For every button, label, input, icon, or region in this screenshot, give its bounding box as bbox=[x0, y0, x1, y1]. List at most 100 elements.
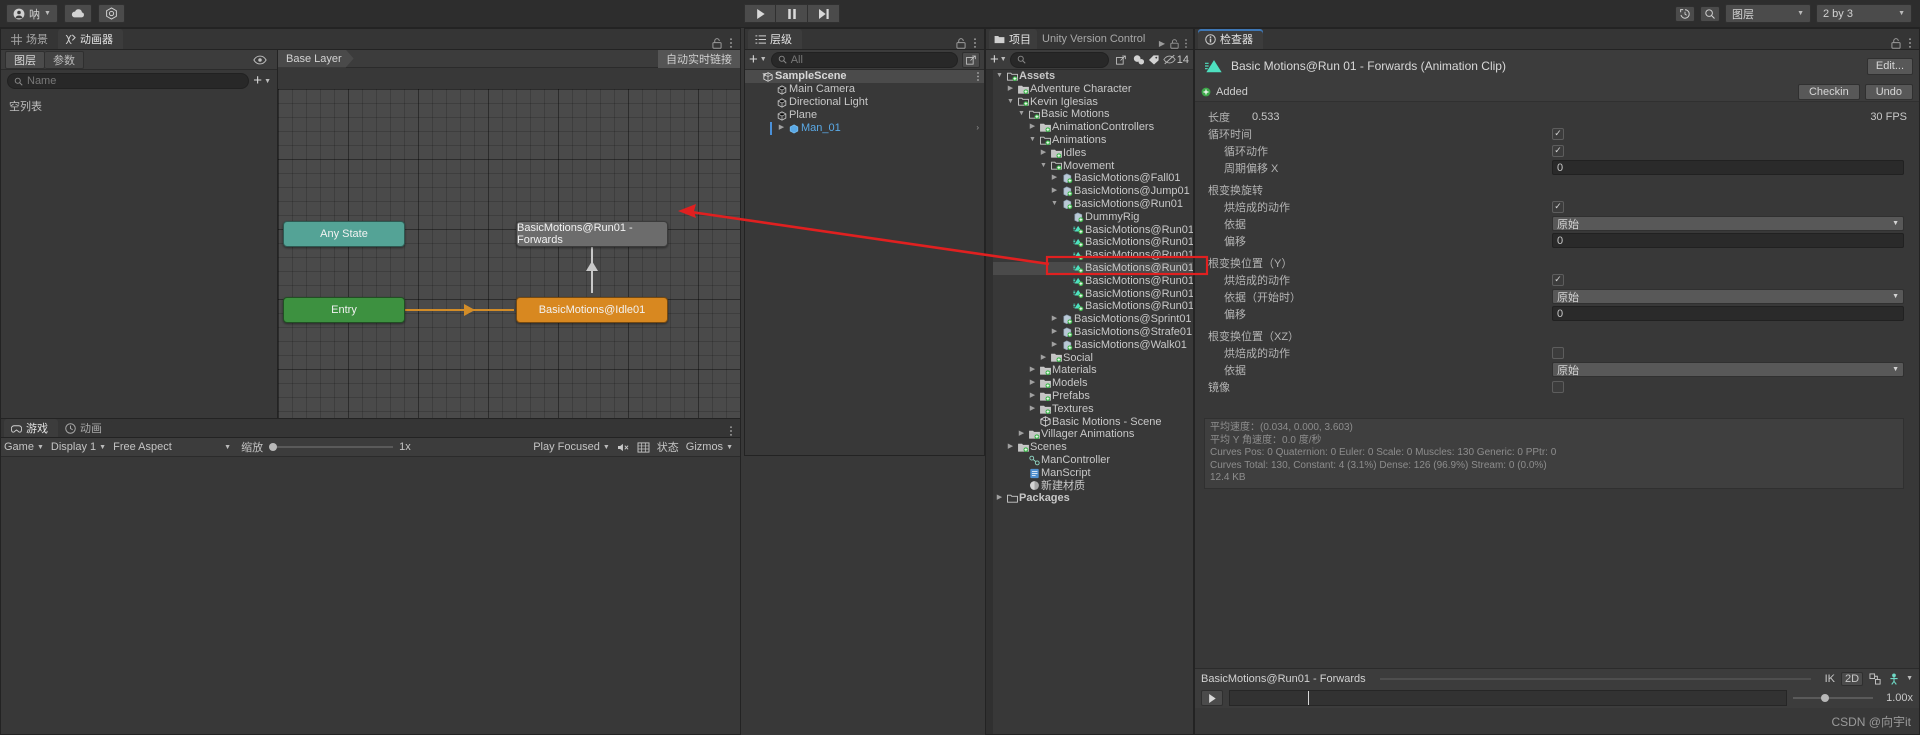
edit-button[interactable]: Edit... bbox=[1866, 57, 1913, 75]
kebab-icon[interactable] bbox=[973, 37, 977, 49]
game-target-dropdown[interactable]: Game ▼ bbox=[4, 441, 51, 453]
subtab-layers[interactable]: 图层 bbox=[5, 50, 45, 69]
chevron-right-icon[interactable]: ▶ bbox=[1005, 83, 1016, 96]
type-filter-button[interactable] bbox=[1133, 54, 1145, 65]
project-tree-row[interactable]: BasicMotions@Run01 - bbox=[986, 249, 1193, 262]
project-tree-row[interactable]: ▶ AnimationControllers bbox=[986, 121, 1193, 134]
gizmos-dropdown[interactable]: Gizmos ▼ bbox=[686, 441, 733, 453]
lock-icon[interactable] bbox=[956, 37, 966, 49]
avatar-icon[interactable] bbox=[1888, 673, 1900, 685]
project-tree-row[interactable]: BasicMotions@Run01 - bbox=[986, 236, 1193, 249]
chevron-right-icon[interactable]: ▶ bbox=[1159, 39, 1165, 48]
chevron-right-icon[interactable]: ▶ bbox=[1027, 377, 1038, 390]
property-field[interactable]: 0 bbox=[1552, 160, 1904, 175]
property-checkbox[interactable] bbox=[1552, 380, 1564, 393]
state-node-run01-forwards[interactable]: BasicMotions@Run01 - Forwards bbox=[516, 221, 668, 247]
inspector-property-row[interactable]: 循环动作 ✓ bbox=[1195, 142, 1919, 159]
property-checkbox[interactable] bbox=[1552, 346, 1564, 359]
kebab-icon[interactable] bbox=[729, 425, 733, 437]
project-tree-row[interactable]: ▼ Assets bbox=[986, 70, 1193, 83]
create-asset-button[interactable]: + ▼ bbox=[990, 52, 1007, 67]
play-button[interactable] bbox=[744, 4, 776, 23]
hierarchy-item-plane[interactable]: Plane bbox=[745, 109, 984, 122]
account-button[interactable]: 呐 ▼ bbox=[6, 4, 58, 23]
project-tree-row[interactable]: ▶ Materials bbox=[986, 364, 1193, 377]
chevron-right-icon[interactable]: ▶ bbox=[1027, 364, 1038, 377]
state-node-idle01[interactable]: BasicMotions@Idle01 bbox=[516, 297, 668, 323]
tab-inspector[interactable]: 检查器 bbox=[1198, 29, 1263, 49]
project-tree-row[interactable]: BasicMotions@Run01 - bbox=[986, 288, 1193, 301]
preview-play-button[interactable] bbox=[1201, 690, 1223, 706]
project-tree-row[interactable]: ▶ Adventure Character bbox=[986, 83, 1193, 96]
inspector-property-row[interactable]: 依据 原始 ▼ bbox=[1195, 215, 1919, 232]
preview-ik-toggle[interactable]: IK bbox=[1825, 673, 1835, 685]
project-tree-row[interactable]: ▶ BasicMotions@Strafe01 bbox=[986, 326, 1193, 339]
project-tree-row[interactable]: ▶ Packages bbox=[986, 492, 1193, 505]
project-tree-row[interactable]: ▼ Basic Motions bbox=[986, 108, 1193, 121]
project-search-input[interactable] bbox=[1009, 51, 1109, 68]
chevron-right-icon[interactable]: ▶ bbox=[1049, 339, 1060, 352]
state-node-any-state[interactable]: Any State bbox=[283, 221, 405, 247]
property-checkbox[interactable]: ✓ bbox=[1552, 273, 1564, 286]
project-tree-row[interactable]: ▼ Movement bbox=[986, 160, 1193, 173]
slider-handle[interactable] bbox=[269, 443, 278, 451]
aspect-dropdown[interactable]: Free Aspect ▼ bbox=[113, 441, 241, 453]
hierarchy-search-input[interactable]: All bbox=[770, 51, 958, 68]
label-filter-button[interactable] bbox=[1148, 54, 1160, 65]
state-node-entry[interactable]: Entry bbox=[283, 297, 405, 323]
project-tree-row[interactable]: BasicMotions@Run01 - bbox=[986, 261, 1193, 275]
chevron-right-icon[interactable]: ▶ bbox=[1027, 403, 1038, 416]
tab-hierarchy[interactable]: 层级 bbox=[748, 29, 802, 49]
project-tree-row[interactable]: ▶ Models bbox=[986, 377, 1193, 390]
eye-icon[interactable] bbox=[253, 55, 267, 65]
property-checkbox[interactable]: ✓ bbox=[1552, 200, 1564, 213]
scale-slider-group[interactable]: 缩放 1x bbox=[241, 439, 411, 455]
kebab-icon[interactable] bbox=[729, 37, 733, 49]
preview-2d-toggle[interactable]: 2D bbox=[1841, 671, 1864, 686]
add-layer-button[interactable]: + ▼ bbox=[253, 73, 271, 88]
property-field[interactable]: 0 bbox=[1552, 233, 1904, 248]
tab-version-control[interactable]: Unity Version Control bbox=[1037, 29, 1151, 49]
chevron-down-icon[interactable]: ▼ bbox=[1016, 108, 1027, 121]
chevron-down-icon[interactable]: ▼ bbox=[994, 70, 1005, 83]
project-tree-row[interactable]: ▶ BasicMotions@Jump01 bbox=[986, 185, 1193, 198]
breadcrumb-base-layer[interactable]: Base Layer bbox=[278, 50, 354, 68]
layers-dropdown[interactable]: 图层 ▼ bbox=[1725, 4, 1811, 23]
inspector-property-row[interactable]: 根变换旋转 bbox=[1195, 181, 1919, 198]
inspector-property-row[interactable]: 烘焙成的动作 ✓ bbox=[1195, 271, 1919, 288]
chevron-right-icon[interactable]: ▶ bbox=[1038, 147, 1049, 160]
property-field[interactable]: 0 bbox=[1552, 306, 1904, 321]
project-tree-row[interactable]: ▼ BasicMotions@Run01 bbox=[986, 198, 1193, 211]
inspector-property-row[interactable]: 根变换位置（Y） bbox=[1195, 254, 1919, 271]
inspector-property-row[interactable]: 根变换位置（XZ） bbox=[1195, 327, 1919, 344]
display-dropdown[interactable]: Display 1 ▼ bbox=[51, 441, 113, 453]
project-expand-button[interactable] bbox=[1111, 51, 1130, 68]
chevron-right-icon[interactable]: ▶ bbox=[1049, 172, 1060, 185]
chevron-down-icon[interactable]: ▼ bbox=[1027, 134, 1038, 147]
chevron-right-icon[interactable]: ▶ bbox=[776, 122, 787, 135]
project-tree-row[interactable]: ManController bbox=[986, 454, 1193, 467]
chevron-right-icon[interactable]: ▶ bbox=[1016, 428, 1027, 441]
layout-dropdown[interactable]: 2 by 3 ▼ bbox=[1816, 4, 1912, 23]
subtab-parameters[interactable]: 参数 bbox=[45, 50, 84, 69]
project-tree-row[interactable]: 新建材质 bbox=[986, 480, 1193, 493]
preview-speed-slider[interactable] bbox=[1793, 694, 1873, 702]
collab-button[interactable] bbox=[97, 4, 125, 23]
chevron-right-icon[interactable]: ▶ bbox=[1027, 121, 1038, 134]
hierarchy-tree[interactable]: ▼ SampleScene Main Camera Directional Li… bbox=[745, 70, 984, 455]
tab-game[interactable]: 游戏 bbox=[4, 419, 58, 437]
chevron-down-icon[interactable]: ▼ bbox=[1005, 96, 1016, 109]
scale-slider[interactable] bbox=[269, 443, 394, 451]
project-tree-row[interactable]: ▶ BasicMotions@Walk01 bbox=[986, 339, 1193, 352]
inspector-property-row[interactable]: 烘焙成的动作 ✓ bbox=[1195, 198, 1919, 215]
property-popup[interactable]: 原始 ▼ bbox=[1552, 289, 1904, 304]
animator-state-graph[interactable]: Any State Entry BasicMotions@Run01 - For… bbox=[278, 89, 740, 455]
hierarchy-item-samplescene[interactable]: ▼ SampleScene bbox=[745, 70, 984, 83]
project-tree-row[interactable]: ▶ Scenes bbox=[986, 441, 1193, 454]
inspector-property-row[interactable]: 偏移 0 bbox=[1195, 305, 1919, 322]
layer-search-input[interactable]: Name bbox=[7, 73, 250, 89]
slider-handle[interactable] bbox=[1821, 694, 1829, 702]
chevron-down-icon[interactable]: ▼ bbox=[1038, 160, 1049, 173]
play-mode-dropdown[interactable]: Play Focused ▼ bbox=[533, 441, 610, 453]
property-checkbox[interactable]: ✓ bbox=[1552, 144, 1564, 157]
